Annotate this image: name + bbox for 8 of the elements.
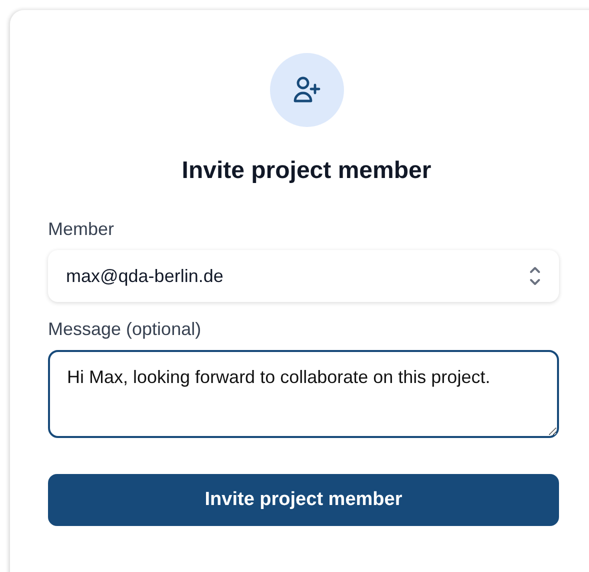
- field-label: Message (optional): [48, 319, 202, 340]
- field-label: Member: [48, 219, 116, 240]
- dialog-title: Invite project member: [182, 157, 432, 185]
- chevron-updown-icon: [529, 265, 541, 287]
- message-field[interactable]: Hi Max, looking forward to collaborate on this project.: [48, 350, 559, 438]
- invite-button[interactable]: Invite project member: [48, 474, 559, 526]
- member-select[interactable]: max@qda-berlin.de: [48, 250, 559, 302]
- add-user-icon: [292, 75, 322, 105]
